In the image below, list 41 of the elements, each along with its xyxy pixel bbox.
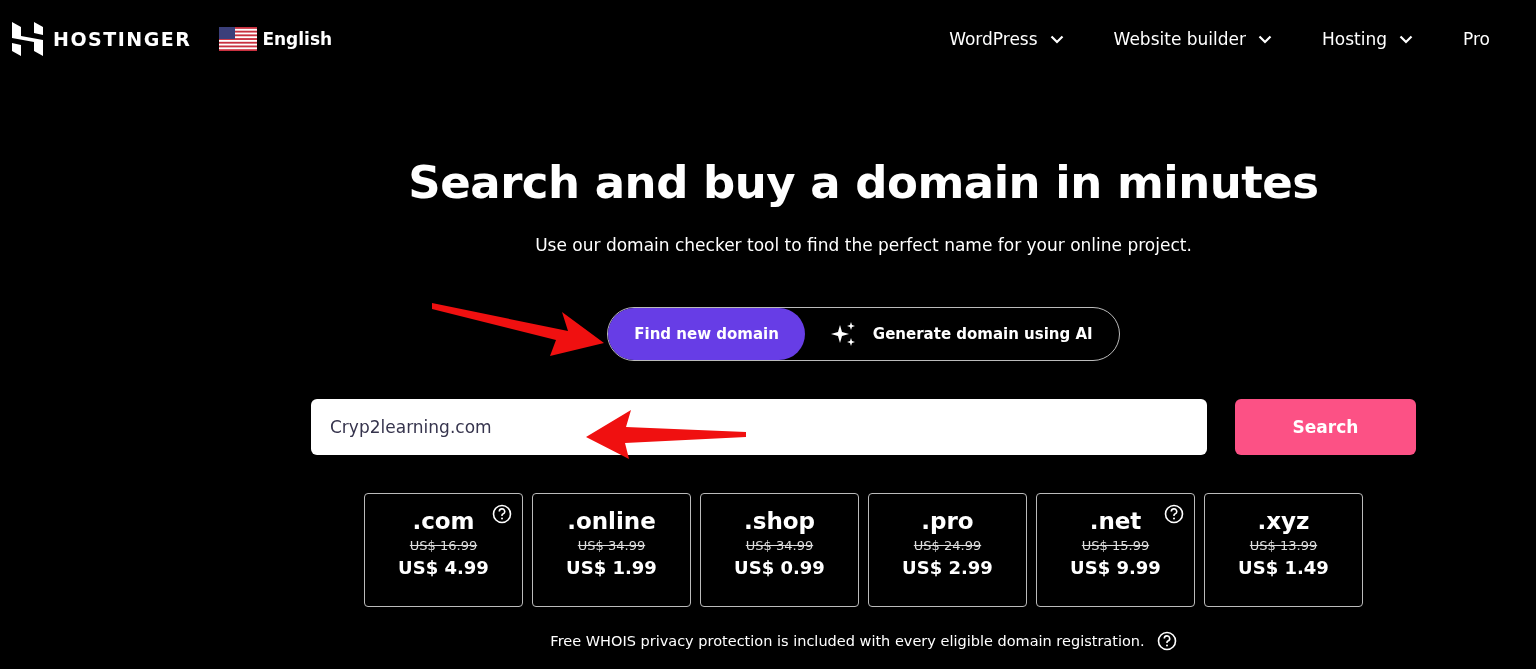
- tld-name: .online: [567, 508, 656, 534]
- old-price: US$ 24.99: [913, 538, 982, 553]
- flag-icon[interactable]: [219, 27, 258, 51]
- nav-link[interactable]: Website builder: [1113, 29, 1272, 49]
- domain-card[interactable]: .pro US$ 24.99 US$ 2.99: [868, 493, 1027, 607]
- tld-name: .net: [1089, 508, 1142, 534]
- nav-link[interactable]: Pro: [1463, 29, 1490, 49]
- tab[interactable]: Find new domain: [608, 308, 805, 360]
- domain-card[interactable]: .shop US$ 34.99 US$ 0.99: [700, 493, 859, 607]
- tld-name: .com: [412, 508, 475, 534]
- nav-link[interactable]: WordPress: [949, 29, 1064, 49]
- language-label[interactable]: English: [262, 29, 333, 49]
- tld-name: .pro: [921, 508, 974, 534]
- logo-icon[interactable]: [12, 22, 43, 56]
- price: US$ 1.99: [566, 557, 657, 578]
- tld-name: .shop: [743, 508, 816, 534]
- price: US$ 9.99: [1070, 557, 1161, 578]
- help-icon[interactable]: [492, 504, 512, 524]
- privacy-note: Free WHOIS privacy protection is included with every eligible domain registration.: [550, 633, 1145, 649]
- nav-link[interactable]: Hosting: [1322, 29, 1413, 49]
- old-price: US$ 15.99: [1081, 538, 1150, 553]
- old-price: US$ 34.99: [745, 538, 814, 553]
- domain-card[interactable]: .net US$ 15.99 US$ 9.99: [1036, 493, 1195, 607]
- price: US$ 0.99: [734, 557, 825, 578]
- domain-card[interactable]: .com US$ 16.99 US$ 4.99: [364, 493, 523, 607]
- help-icon[interactable]: [1156, 631, 1177, 651]
- old-price: US$ 13.99: [1249, 538, 1318, 553]
- price: US$ 2.99: [902, 557, 993, 578]
- domain-card[interactable]: .xyz US$ 13.99 US$ 1.49: [1204, 493, 1363, 607]
- help-icon[interactable]: [1164, 504, 1184, 524]
- brand-name: HOSTINGER: [53, 28, 192, 50]
- tab[interactable]: Generate domain using AI: [804, 308, 1119, 360]
- domain-search-field[interactable]: Cryp2learning.com: [311, 399, 1207, 455]
- price: US$ 4.99: [398, 557, 489, 578]
- page-title: Search and buy a domain in minutes: [408, 156, 1319, 209]
- price: US$ 1.49: [1238, 557, 1329, 578]
- tld-name: .xyz: [1257, 508, 1310, 534]
- old-price: US$ 16.99: [409, 538, 478, 553]
- old-price: US$ 34.99: [577, 538, 646, 553]
- subtitle: Use our domain checker tool to find the perfect name for your online project.: [535, 235, 1192, 255]
- domain-card[interactable]: .online US$ 34.99 US$ 1.99: [532, 493, 691, 607]
